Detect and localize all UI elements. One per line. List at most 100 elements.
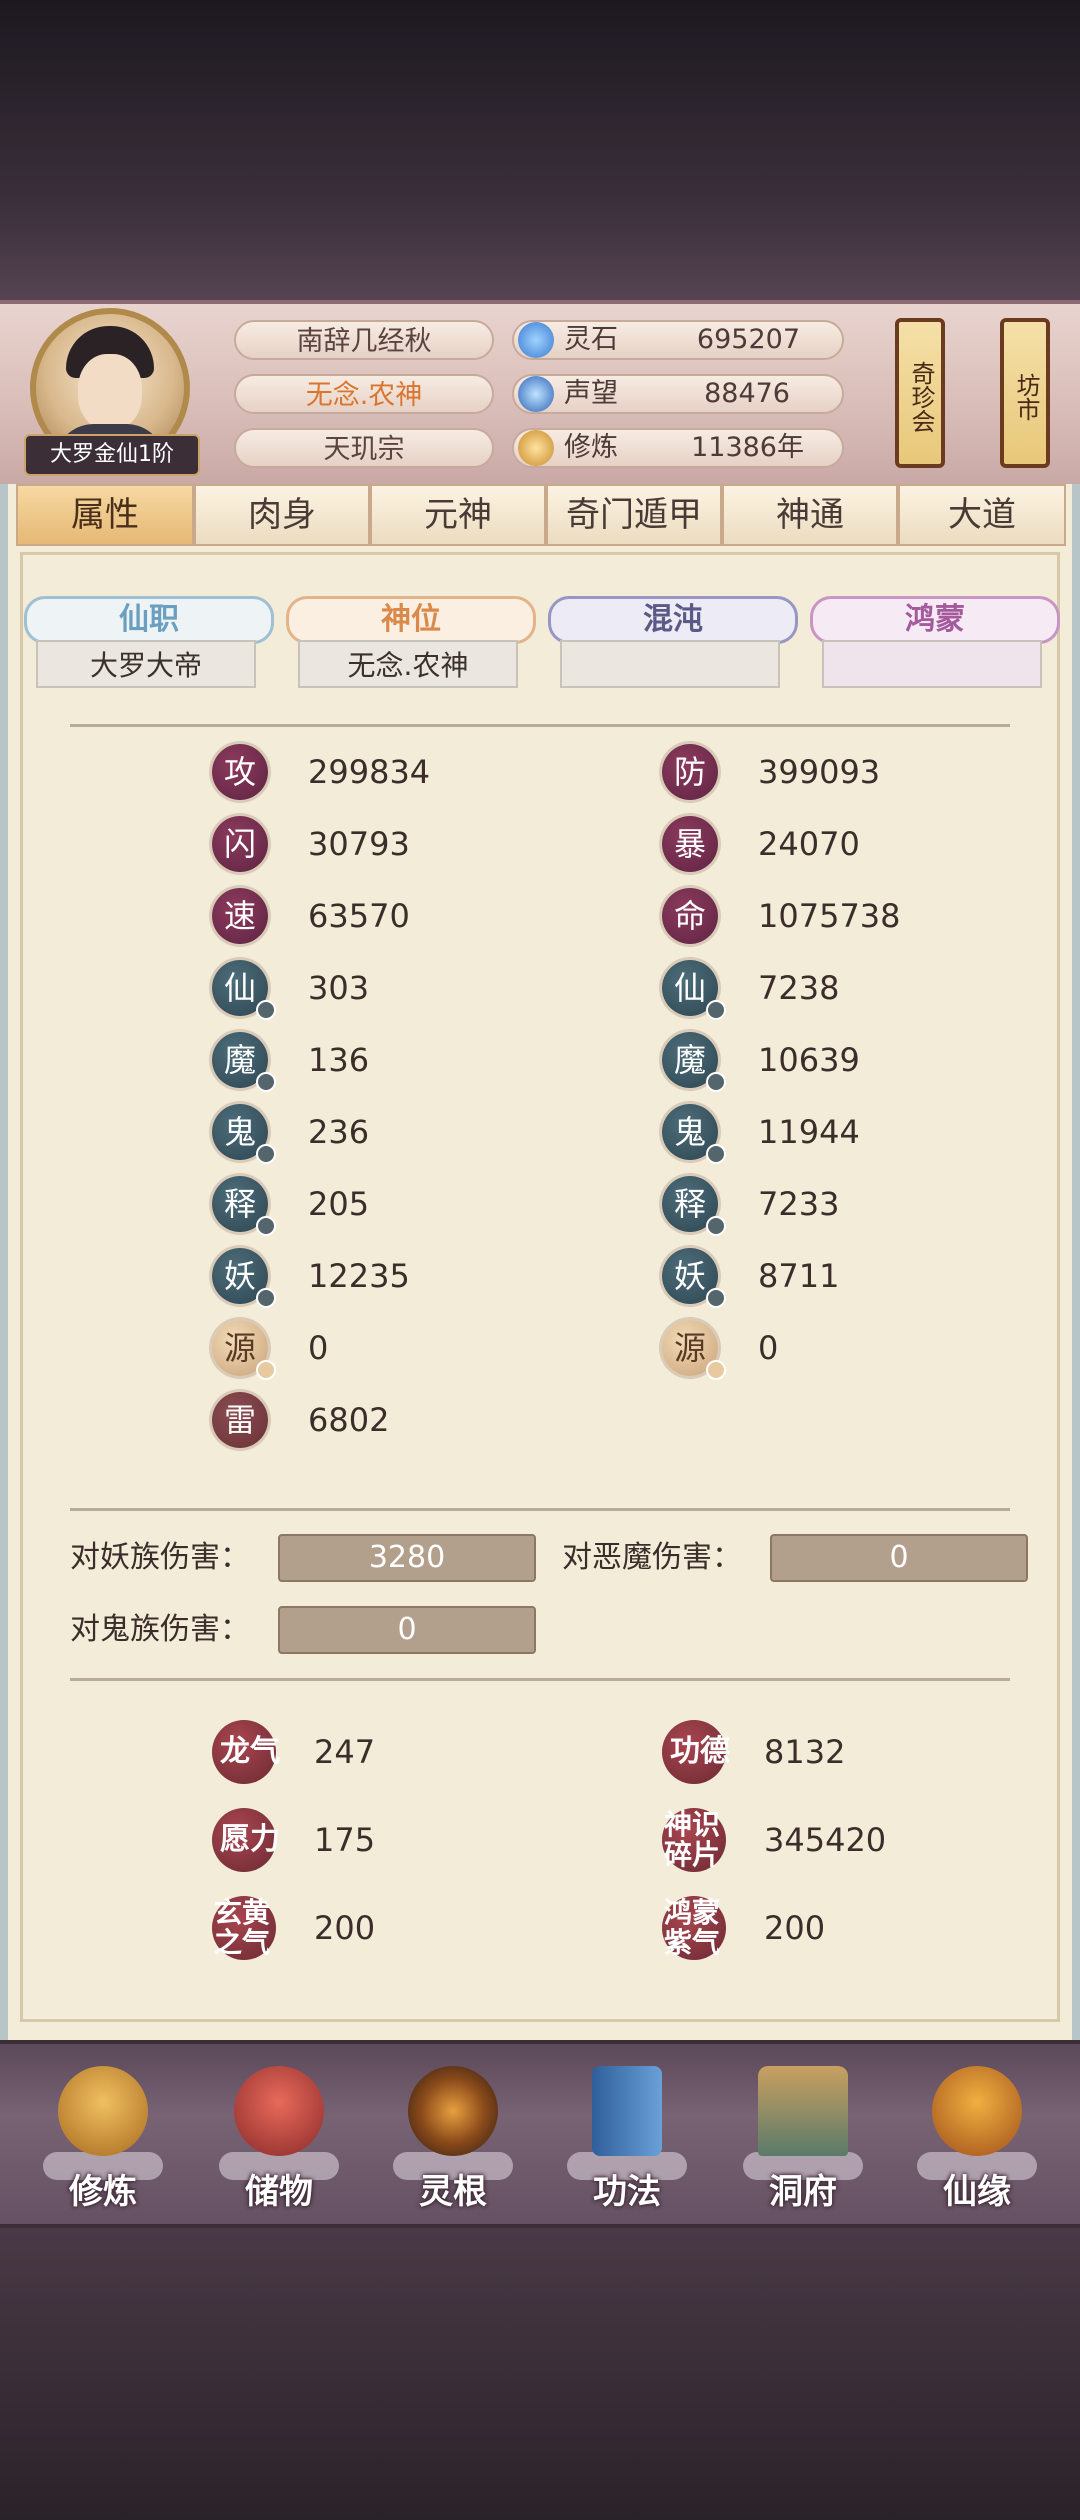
stat-value-buddha-attack: 205	[308, 1185, 370, 1223]
cave-dwelling-icon	[758, 2066, 848, 2156]
stat-value-thunder: 6802	[308, 1401, 390, 1439]
nav-label: 储物	[245, 2172, 313, 2212]
stat-value-speed: 63570	[308, 897, 410, 935]
nav-storage[interactable]: 储物	[214, 2060, 344, 2212]
subtab-immortal-post[interactable]: 仙职	[24, 596, 274, 644]
nav-cave-dwelling[interactable]: 洞府	[738, 2060, 868, 2212]
shield-badge-icon	[706, 1360, 726, 1380]
dragon-qi-label: 龙气	[220, 1734, 280, 1769]
wish-power-value: 175	[314, 1821, 376, 1859]
nav-immortal-fate[interactable]: 仙缘	[912, 2060, 1042, 2212]
xuanhuang-qi-value: 200	[314, 1909, 376, 1947]
avatar-rank-label: 大罗金仙1阶	[24, 434, 200, 476]
damage-vs-yao-label: 对妖族伤害：	[70, 1540, 250, 1575]
resource-value: 11386年	[691, 432, 804, 463]
attack-badge-icon	[256, 1072, 276, 1092]
tab-divine-power[interactable]: 神通	[722, 484, 898, 546]
tab-great-dao[interactable]: 大道	[898, 484, 1066, 546]
stat-value-buddha-defense: 7233	[758, 1185, 840, 1223]
shield-badge-icon	[706, 1144, 726, 1164]
damage-vs-demon-value: 0	[770, 1534, 1028, 1582]
divider	[70, 1508, 1010, 1511]
nav-technique[interactable]: 功法	[562, 2060, 692, 2212]
subtab-hongmeng[interactable]: 鸿蒙	[810, 596, 1060, 644]
nav-cultivation[interactable]: 修炼	[38, 2060, 168, 2212]
stat-value-yao-defense: 8711	[758, 1257, 840, 1295]
soul-fragment-value: 345420	[764, 1821, 887, 1859]
stat-icon-speed: 速	[212, 888, 268, 944]
stat-value-immortal-attack: 303	[308, 969, 370, 1007]
immortal-fate-icon	[932, 2066, 1022, 2156]
stat-value-ghost-attack: 236	[308, 1113, 370, 1151]
merit-label: 功德	[670, 1734, 730, 1769]
hongmeng-value	[822, 640, 1042, 688]
resource-label: 声望	[564, 378, 618, 409]
shield-badge-icon	[706, 1000, 726, 1020]
subtab-divine-rank[interactable]: 神位	[286, 596, 536, 644]
nav-label: 洞府	[769, 2172, 837, 2212]
player-sect[interactable]: 天玑宗	[234, 428, 494, 468]
shield-badge-icon	[706, 1288, 726, 1308]
market-button[interactable]: 坊市	[1000, 318, 1050, 468]
stat-value-defense: 399093	[758, 753, 881, 791]
stat-icon-hp: 命	[662, 888, 718, 944]
damage-vs-ghost-label: 对鬼族伤害：	[70, 1612, 250, 1647]
damage-vs-yao-value: 3280	[278, 1534, 536, 1582]
shield-badge-icon	[706, 1216, 726, 1236]
reputation-icon	[518, 376, 554, 412]
resource-value: 695207	[696, 324, 800, 355]
wish-power-label: 愿力	[220, 1822, 280, 1857]
meditation-icon	[518, 430, 554, 466]
dragon-qi-value: 247	[314, 1733, 376, 1771]
stat-value-hp: 1075738	[758, 897, 901, 935]
divider	[70, 1678, 1010, 1681]
treasure-auction-button[interactable]: 奇珍会	[895, 318, 945, 468]
stat-value-attack: 299834	[308, 753, 431, 791]
hongmeng-purple-qi-label: 鸿蒙 紫气	[663, 1896, 720, 1959]
cultivation-icon	[58, 2066, 148, 2156]
attack-badge-icon	[256, 1144, 276, 1164]
stat-value-demon-defense: 10639	[758, 1041, 860, 1079]
stat-value-yao-attack: 12235	[308, 1257, 410, 1295]
attribute-frame	[20, 552, 1060, 2022]
stat-icon-thunder: 雷	[212, 1392, 268, 1448]
stat-value-immortal-defense: 7238	[758, 969, 840, 1007]
immortal-post-value: 大罗大帝	[36, 640, 256, 688]
stat-value-origin-attack: 0	[308, 1329, 329, 1367]
stat-value-ghost-defense: 11944	[758, 1113, 860, 1151]
nav-label: 灵根	[419, 2172, 487, 2212]
divine-rank-value: 无念.农神	[298, 640, 518, 688]
technique-book-icon	[592, 2066, 662, 2156]
damage-vs-ghost-value: 0	[278, 1606, 536, 1654]
subtab-chaos[interactable]: 混沌	[548, 596, 798, 644]
hongmeng-purple-qi-value: 200	[764, 1909, 826, 1947]
stat-icon-defense: 防	[662, 744, 718, 800]
attack-badge-icon	[256, 1288, 276, 1308]
damage-vs-demon-label: 对恶魔伤害：	[562, 1540, 742, 1575]
nav-label: 修炼	[69, 2172, 137, 2212]
stat-icon-critical: 暴	[662, 816, 718, 872]
resource-label: 灵石	[564, 324, 618, 355]
stat-value-origin-defense: 0	[758, 1329, 779, 1367]
tab-attributes[interactable]: 属性	[16, 484, 194, 546]
merit-value: 8132	[764, 1733, 846, 1771]
nav-spirit-root[interactable]: 灵根	[388, 2060, 518, 2212]
stat-value-demon-attack: 136	[308, 1041, 370, 1079]
player-name: 南辞几经秋	[234, 320, 494, 360]
soul-fragment-label: 神识 碎片	[663, 1808, 720, 1871]
storage-bag-icon	[234, 2066, 324, 2156]
divider	[70, 724, 1010, 727]
stat-value-evasion: 30793	[308, 825, 410, 863]
tab-qimen[interactable]: 奇门遁甲	[546, 484, 722, 546]
stat-icon-attack: 攻	[212, 744, 268, 800]
stat-icon-evasion: 闪	[212, 816, 268, 872]
tab-spirit[interactable]: 元神	[370, 484, 546, 546]
chaos-value	[560, 640, 780, 688]
resource-value: 88476	[704, 378, 790, 409]
player-title[interactable]: 无念.农神	[234, 374, 494, 414]
xuanhuang-qi-label: 玄黄 之气	[213, 1896, 270, 1959]
attack-badge-icon	[256, 1216, 276, 1236]
tab-body[interactable]: 肉身	[194, 484, 370, 546]
stat-value-critical: 24070	[758, 825, 860, 863]
spirit-stone-icon	[518, 322, 554, 358]
